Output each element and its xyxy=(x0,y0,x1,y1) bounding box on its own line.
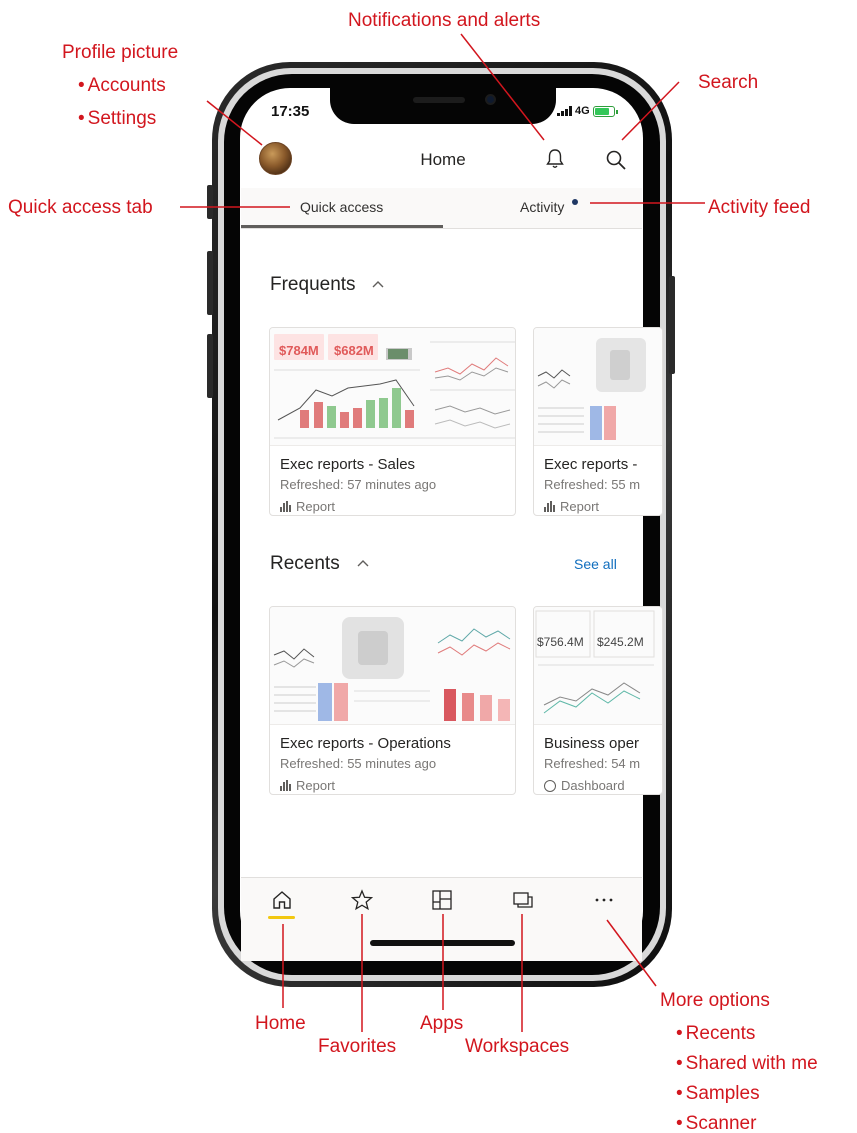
card-type: Report xyxy=(280,778,335,793)
callout-notifications: Notifications and alerts xyxy=(348,10,541,31)
callout-profile-picture: Profile picture xyxy=(62,42,179,63)
card-type-label: Report xyxy=(296,499,336,514)
card-type: Report xyxy=(544,499,599,514)
report-icon xyxy=(280,780,291,791)
notch xyxy=(330,86,556,124)
callout-settings: Settings xyxy=(78,109,157,128)
card-title: Exec reports - Sales xyxy=(280,456,416,473)
power-button xyxy=(669,276,675,374)
callout-activity-feed: Activity feed xyxy=(708,197,811,218)
operations-thumbnail-chart xyxy=(273,617,511,721)
chevron-up-icon[interactable] xyxy=(357,559,369,567)
front-camera xyxy=(485,94,496,105)
callout-favorites: Favorites xyxy=(318,1036,397,1057)
star-icon[interactable] xyxy=(351,889,373,911)
callout-more-options: More options xyxy=(660,990,770,1011)
search-icon[interactable] xyxy=(605,149,627,171)
card-type: Dashboard xyxy=(544,778,625,793)
dashboard-icon xyxy=(544,779,556,792)
tab-selected-indicator xyxy=(241,225,443,228)
tab-activity[interactable]: Activity xyxy=(520,199,564,215)
home-swipe-indicator xyxy=(370,940,515,946)
dashboard-thumbnail-chart xyxy=(535,610,655,714)
see-all-link[interactable]: See all xyxy=(574,556,617,572)
report-card-exec-sales[interactable]: $784M $682M Exec reports - Sales Refresh… xyxy=(269,327,516,516)
callout-home: Home xyxy=(255,1013,306,1034)
card-type-label: Dashboard xyxy=(561,778,625,793)
volume-up-button xyxy=(207,251,213,315)
callout-accounts: Accounts xyxy=(78,76,166,95)
callout-more-scanner: Scanner xyxy=(676,1114,757,1133)
report-card-exec-2[interactable]: Exec reports - Refreshed: 55 m Report xyxy=(533,327,663,516)
card-type: Report xyxy=(280,499,335,514)
section-title-recents: Recents xyxy=(270,553,340,574)
tab-quick-access[interactable]: Quick access xyxy=(300,199,383,215)
chevron-up-icon[interactable] xyxy=(372,280,384,288)
card-type-label: Report xyxy=(296,778,336,793)
apps-icon[interactable] xyxy=(431,889,453,911)
mute-switch xyxy=(207,185,213,219)
callout-workspaces: Workspaces xyxy=(465,1036,570,1057)
more-icon[interactable] xyxy=(593,889,615,911)
dashboard-thumbnail: $756.4M $245.2M xyxy=(534,607,662,725)
report-thumbnail xyxy=(534,328,662,446)
report-card-exec-operations[interactable]: Exec reports - Operations Refreshed: 55 … xyxy=(269,606,516,795)
report-thumbnail: $784M $682M xyxy=(270,328,515,446)
card-refreshed: Refreshed: 55 minutes ago xyxy=(280,756,437,771)
card-type-label: Report xyxy=(560,499,600,514)
network-label: 4G xyxy=(575,105,590,117)
report-thumbnail-chart xyxy=(537,338,646,440)
activity-new-dot xyxy=(572,199,578,205)
card-title: Business oper xyxy=(544,735,640,752)
volume-down-button xyxy=(207,334,213,398)
signal-icon xyxy=(557,106,572,116)
home-icon[interactable] xyxy=(271,889,293,911)
card-refreshed: Refreshed: 57 minutes ago xyxy=(280,477,437,492)
card-refreshed: Refreshed: 55 m xyxy=(544,477,641,492)
card-title: Exec reports - Operations xyxy=(280,735,451,752)
page-title: Home xyxy=(420,150,466,169)
callout-apps: Apps xyxy=(420,1013,464,1034)
card-title: Exec reports - xyxy=(544,456,638,473)
status-time: 17:35 xyxy=(271,103,310,120)
callout-search: Search xyxy=(698,72,759,93)
card-refreshed: Refreshed: 54 m xyxy=(544,756,641,771)
report-icon xyxy=(280,501,291,512)
battery-icon xyxy=(592,105,618,117)
avatar[interactable] xyxy=(259,142,292,175)
callout-quick-access-tab: Quick access tab xyxy=(8,197,153,218)
dashboard-card-business-operations[interactable]: $756.4M $245.2M Business oper Refreshed:… xyxy=(533,606,663,795)
workspaces-icon[interactable] xyxy=(512,889,534,911)
sales-thumbnail-chart xyxy=(274,341,515,439)
bell-icon[interactable] xyxy=(545,148,565,170)
report-thumbnail xyxy=(270,607,515,725)
report-icon xyxy=(544,501,555,512)
callout-more-recents: Recents xyxy=(676,1024,756,1043)
callout-more-samples: Samples xyxy=(676,1084,760,1103)
callout-more-shared: Shared with me xyxy=(676,1054,818,1073)
status-indicators: 4G xyxy=(557,105,618,117)
section-title-frequents: Frequents xyxy=(270,274,356,295)
notch-speaker xyxy=(413,97,465,103)
home-selected-indicator xyxy=(268,916,295,919)
